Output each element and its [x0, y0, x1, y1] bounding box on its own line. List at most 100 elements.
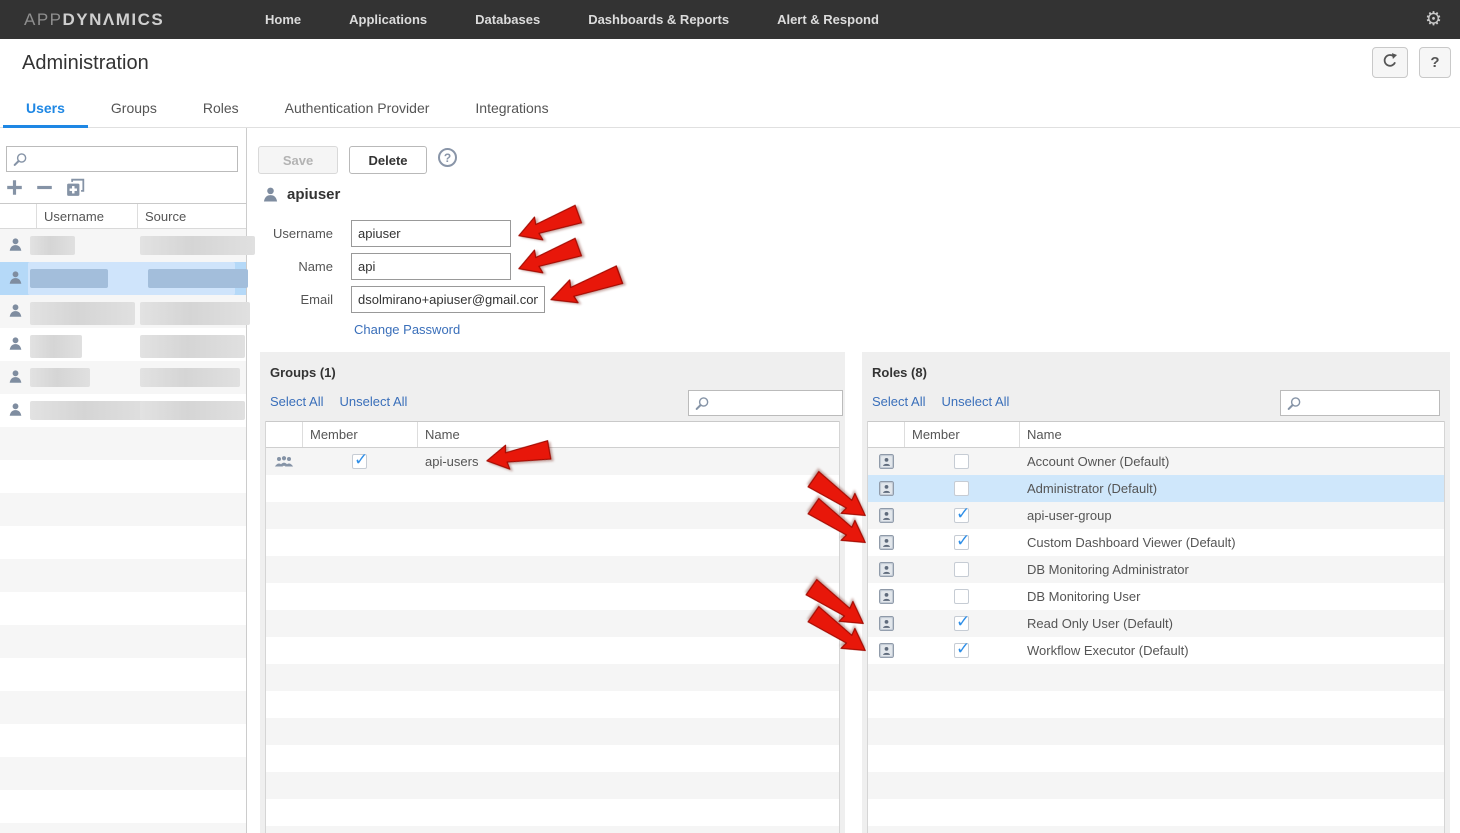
redacted-username — [30, 236, 75, 255]
search-icon — [695, 396, 710, 411]
tab-roles-label: Roles — [203, 100, 239, 116]
groups-search-box — [688, 390, 843, 416]
role-member-checkbox[interactable] — [954, 508, 969, 523]
logo-app-text: APP — [24, 10, 63, 29]
primary-nav: Home Applications Databases Dashboards &… — [265, 0, 879, 39]
groups-panel: Groups (1) Select All Unselect All Membe… — [260, 352, 845, 833]
save-button[interactable]: Save — [258, 146, 338, 174]
tab-users[interactable]: Users — [3, 92, 88, 127]
group-row-api-users[interactable]: api-users — [266, 448, 839, 475]
role-member-checkbox[interactable] — [954, 562, 969, 577]
redacted-username — [30, 335, 82, 358]
role-row-workflow-executor[interactable]: Workflow Executor (Default) — [868, 637, 1444, 664]
roles-panel: Roles (8) Select All Unselect All Member… — [862, 352, 1450, 833]
tab-integrations[interactable]: Integrations — [452, 92, 571, 127]
nav-applications[interactable]: Applications — [349, 12, 427, 27]
users-col-source: Source — [137, 204, 246, 228]
redacted-username — [30, 269, 108, 288]
user-row[interactable] — [0, 361, 246, 394]
role-member-checkbox[interactable] — [954, 454, 969, 469]
role-name: Account Owner (Default) — [1019, 454, 1444, 469]
roles-unselect-all-link[interactable]: Unselect All — [941, 394, 1009, 409]
role-row-administrator[interactable]: Administrator (Default) — [868, 475, 1444, 502]
roles-panel-links: Select All Unselect All — [872, 394, 1009, 409]
duplicate-user-icon[interactable] — [66, 178, 85, 197]
redacted-source — [148, 269, 248, 288]
role-row-custom-dashboard-viewer[interactable]: Custom Dashboard Viewer (Default) — [868, 529, 1444, 556]
delete-button[interactable]: Delete — [349, 146, 427, 174]
help-icon[interactable]: ? — [438, 148, 457, 167]
redacted-username — [30, 302, 135, 325]
user-row[interactable] — [0, 295, 246, 328]
role-row-db-monitoring-user[interactable]: DB Monitoring User — [868, 583, 1444, 610]
user-row[interactable] — [0, 394, 246, 427]
role-member-checkbox[interactable] — [954, 535, 969, 550]
annotation-arrow-email-icon — [545, 261, 626, 313]
nav-alert-respond[interactable]: Alert & Respond — [777, 12, 879, 27]
tab-authentication-provider-label: Authentication Provider — [285, 100, 430, 116]
groups-select-all-link[interactable]: Select All — [270, 394, 323, 409]
user-row-selected[interactable] — [0, 262, 246, 295]
email-form-row: Email — [258, 286, 545, 313]
redacted-source — [140, 368, 240, 387]
user-row[interactable] — [0, 229, 246, 262]
annotation-arrow-username-icon — [513, 200, 585, 249]
users-col-username: Username — [36, 204, 137, 228]
groups-col-icon — [266, 422, 302, 447]
users-search-input[interactable] — [28, 147, 237, 171]
roles-search-input[interactable] — [1302, 391, 1439, 415]
role-row-api-user-group[interactable]: api-user-group — [868, 502, 1444, 529]
role-row-account-owner[interactable]: Account Owner (Default) — [868, 448, 1444, 475]
roles-col-icon — [868, 422, 904, 447]
remove-user-icon[interactable] — [36, 179, 53, 196]
roles-table-header: Member Name — [868, 421, 1444, 448]
nav-databases[interactable]: Databases — [475, 12, 540, 27]
groups-unselect-all-link[interactable]: Unselect All — [339, 394, 407, 409]
roles-search-box — [1280, 390, 1440, 416]
role-member-checkbox[interactable] — [954, 589, 969, 604]
roles-select-all-link[interactable]: Select All — [872, 394, 925, 409]
group-member-checkbox[interactable] — [352, 454, 367, 469]
gear-icon[interactable]: ⚙ — [1425, 8, 1442, 31]
groups-search-input[interactable] — [710, 391, 842, 415]
role-member-checkbox[interactable] — [954, 481, 969, 496]
groups-panel-links: Select All Unselect All — [270, 394, 407, 409]
email-field[interactable] — [351, 286, 545, 313]
user-icon — [8, 336, 23, 351]
tab-authentication-provider[interactable]: Authentication Provider — [262, 92, 453, 127]
role-member-checkbox[interactable] — [954, 616, 969, 631]
user-icon — [8, 303, 23, 318]
name-form-row: Name — [258, 253, 511, 280]
role-name: Administrator (Default) — [1019, 481, 1444, 496]
role-icon — [879, 589, 894, 604]
role-icon — [879, 616, 894, 631]
tab-bar: Users Groups Roles Authentication Provid… — [0, 92, 1460, 128]
role-name: DB Monitoring Administrator — [1019, 562, 1444, 577]
users-list-panel: Username Source — [0, 128, 247, 833]
nav-dashboards-reports[interactable]: Dashboards & Reports — [588, 12, 729, 27]
role-icon — [879, 508, 894, 523]
roles-col-member: Member — [904, 422, 1019, 447]
nav-home[interactable]: Home — [265, 12, 301, 27]
user-icon — [262, 186, 279, 203]
appdynamics-logo[interactable]: APPDYNΛMICS — [24, 10, 164, 30]
username-field[interactable] — [351, 220, 511, 247]
roles-empty-rows — [868, 664, 1444, 833]
page-title: Administration — [22, 52, 149, 75]
user-row[interactable] — [0, 328, 246, 361]
role-name: api-user-group — [1019, 508, 1444, 523]
role-member-checkbox[interactable] — [954, 643, 969, 658]
tab-roles[interactable]: Roles — [180, 92, 262, 127]
change-password-link[interactable]: Change Password — [354, 322, 460, 337]
group-icon — [274, 455, 294, 468]
groups-table-header: Member Name — [266, 421, 839, 448]
tab-groups[interactable]: Groups — [88, 92, 180, 127]
add-user-icon[interactable] — [6, 179, 23, 196]
help-button[interactable]: ? — [1419, 47, 1451, 78]
role-row-db-monitoring-administrator[interactable]: DB Monitoring Administrator — [868, 556, 1444, 583]
refresh-button[interactable] — [1372, 47, 1408, 78]
role-row-read-only-user[interactable]: Read Only User (Default) — [868, 610, 1444, 637]
name-field[interactable] — [351, 253, 511, 280]
user-detail-heading: apiuser — [262, 186, 340, 203]
groups-panel-title: Groups (1) — [270, 365, 336, 380]
